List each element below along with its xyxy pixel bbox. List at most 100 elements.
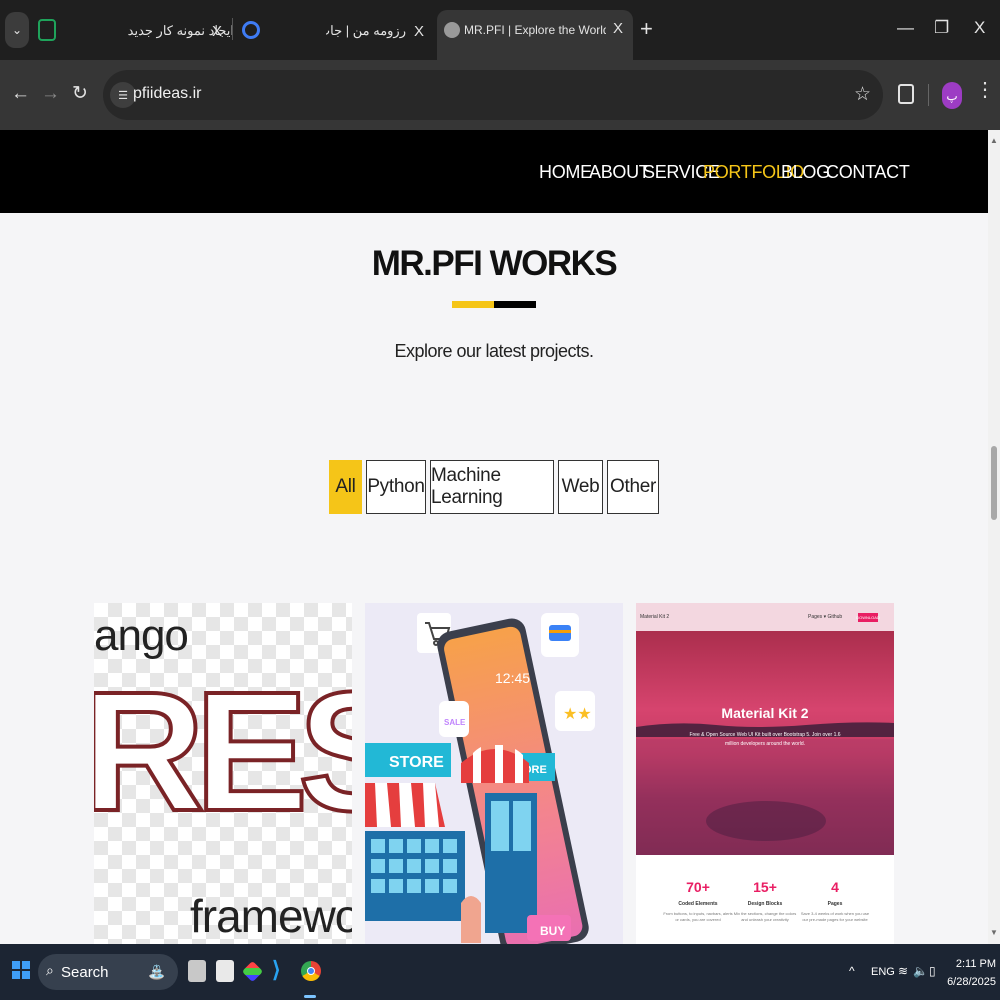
sale-tag: SALE — [444, 718, 466, 727]
extensions-icon[interactable] — [898, 84, 914, 104]
browser-toolbar: ← → ↻ ☰ pfiideas.ir ☆ پ ⋮ — [0, 60, 1000, 130]
tab-title: MR.PFI | Explore the World together — [464, 23, 606, 37]
section-subtitle: Explore our latest projects. — [394, 341, 594, 361]
title-underline-yellow — [452, 301, 494, 308]
mk-stat-desc: Mix the sections, change the colors and … — [733, 911, 797, 922]
buy-label: BUY — [540, 924, 565, 938]
mk-stat-pages: 4 Pages Save 3-4 weeks of work when you … — [800, 879, 870, 923]
chrome-icon[interactable] — [301, 961, 321, 981]
hand-illustration — [461, 896, 481, 943]
restore-button[interactable]: ❐ — [934, 18, 949, 38]
mk-hero: Material Kit 2 Free & Open Source Web UI… — [636, 631, 894, 855]
portfolio-card-material-kit[interactable]: Material Kit 2 Pages ▾ Github DOWNLOAD M… — [636, 603, 894, 944]
tray-chevron-up-icon[interactable]: ^ — [849, 964, 855, 978]
mk-stat-label: Pages — [827, 901, 843, 907]
scroll-down-arrow-icon[interactable]: ▼ — [990, 928, 998, 937]
tab-close-icon[interactable]: X — [212, 23, 222, 40]
profile-avatar[interactable]: پ — [942, 82, 962, 109]
document-icon — [38, 19, 56, 41]
mk-nav-links: Pages ▾ Github — [808, 614, 843, 620]
nav-home[interactable]: HOME — [539, 162, 592, 183]
filter-machine-learning[interactable]: Machine Learning — [430, 460, 554, 514]
phone-time: 12:45 — [495, 670, 530, 686]
page-viewport: HOME ABOUT SERVICE PORTFOLIO BLOG CONTAC… — [0, 130, 1000, 944]
file-explorer-icon[interactable] — [188, 960, 206, 982]
address-bar[interactable]: ☰ pfiideas.ir ☆ — [103, 70, 883, 120]
card-logo-text-rest: REST — [94, 657, 352, 847]
back-arrow-icon[interactable]: ← — [11, 84, 30, 104]
taskbar-search-label: Search — [61, 964, 109, 981]
forward-arrow-icon[interactable]: → — [41, 84, 60, 104]
filter-python[interactable]: Python — [366, 460, 426, 514]
vscode-icon[interactable]: ⟩ — [272, 957, 290, 982]
taskbar-clock[interactable]: 2:11 PM 6/28/2025 — [940, 955, 996, 991]
language-indicator[interactable]: ENG — [871, 966, 895, 978]
tab-close-icon[interactable]: X — [414, 23, 424, 40]
new-tab-button[interactable]: + — [640, 18, 653, 40]
mk-stat-elements: 70+ Coded Elements From buttons, to inpu… — [663, 879, 733, 923]
search-highlight-icon: ⛲ — [148, 964, 166, 980]
globe-icon — [444, 22, 460, 38]
mk-stat-desc: Save 3-4 weeks of work when you use our … — [800, 911, 870, 922]
reload-icon[interactable]: ↻ — [72, 84, 88, 104]
site-navbar: HOME ABOUT SERVICE PORTFOLIO BLOG CONTAC… — [0, 130, 988, 213]
url-text[interactable]: pfiideas.ir — [133, 85, 201, 103]
nav-about[interactable]: ABOUT — [589, 162, 650, 183]
mk-hero-subtitle: Free & Open Source Web UI Kit built over… — [689, 732, 841, 747]
mk-download-button: DOWNLOAD — [856, 613, 880, 622]
tab-separator — [232, 18, 233, 40]
portfolio-card-online-store[interactable]: 12:45 ★★ SALE STORE ORE BUY — [365, 603, 623, 944]
clock-date: 6/28/2025 — [947, 976, 996, 988]
scroll-thumb[interactable] — [991, 446, 997, 520]
store-sign: STORE — [389, 754, 444, 771]
volume-icon[interactable]: 🔈 — [913, 964, 928, 978]
filter-other[interactable]: Other — [607, 460, 659, 514]
mk-brand: Material Kit 2 — [640, 614, 670, 620]
browser-menu-icon[interactable]: ⋮ — [975, 80, 995, 100]
tab-mrpfi-active[interactable]: MR.PFI | Explore the World together X — [437, 10, 633, 60]
running-indicator — [304, 995, 316, 998]
clock-time: 2:11 PM — [955, 958, 996, 970]
portfolio-card-django-rest[interactable]: ango REST framewo — [94, 603, 352, 944]
chevron-down-icon: ⌄ — [11, 23, 23, 37]
mk-stat-label: Design Blocks — [747, 901, 783, 907]
mk-stat-value: 70+ — [686, 879, 710, 895]
mk-navbar: Material Kit 2 Pages ▾ Github DOWNLOAD — [636, 603, 894, 631]
battery-icon[interactable]: ▯ — [929, 964, 936, 978]
filter-web[interactable]: Web — [558, 460, 603, 514]
section-title: MR.PFI WORKS — [371, 244, 618, 283]
mk-stat-value: 4 — [831, 879, 839, 895]
bookmark-star-icon[interactable]: ☆ — [854, 83, 871, 106]
card-logo-text-top: ango — [94, 611, 189, 660]
mk-stat-value: 15+ — [753, 879, 777, 895]
microsoft-store-icon[interactable] — [216, 960, 234, 982]
nav-blog[interactable]: BLOG — [781, 162, 830, 183]
tab-title: رزومه من | جاب‌ویژن — [326, 23, 406, 38]
rating-stars-icon: ★★ — [563, 704, 592, 723]
card-logo-text-bottom: framewo — [190, 890, 352, 942]
mk-hero-title: Material Kit 2 — [721, 705, 809, 721]
minimize-button[interactable]: — — [897, 18, 914, 38]
git-app-icon[interactable] — [241, 960, 264, 983]
tab-resume[interactable]: رزومه من | جاب‌ویژن X — [234, 10, 434, 52]
filter-all[interactable]: All — [329, 460, 362, 514]
toolbar-separator — [928, 84, 929, 106]
windows-taskbar: ⌕ Search ⛲ ⟩ ^ ENG ≋ 🔈 ▯ 2:11 PM 6/28/20… — [0, 944, 1000, 1000]
tab-close-icon[interactable]: X — [613, 20, 623, 37]
windows-start-icon[interactable] — [12, 961, 30, 979]
title-underline-black — [494, 301, 536, 308]
tab-search-button[interactable]: ⌄ — [5, 12, 29, 48]
scroll-up-arrow-icon[interactable]: ▲ — [990, 136, 998, 145]
nav-contact[interactable]: CONTACT — [826, 162, 910, 183]
page-scrollbar[interactable]: ▲ ▼ — [988, 130, 1000, 944]
wifi-icon[interactable]: ≋ — [898, 964, 908, 978]
store-illustration: 12:45 ★★ SALE STORE ORE BUY — [365, 613, 595, 944]
search-icon: ⌕ — [46, 962, 54, 978]
jobvision-icon — [242, 21, 260, 39]
taskbar-search[interactable]: ⌕ Search ⛲ — [38, 954, 178, 990]
tab-strip: ⌄ ایجاد نمونه کار جدید X رزومه من | جاب‌… — [0, 0, 1000, 60]
mk-stat-desc: From buttons, to inputs, navbars, alerts… — [663, 911, 733, 922]
tab-portfolio-create[interactable]: ایجاد نمونه کار جدید X — [30, 10, 234, 52]
window-close-button[interactable]: X — [974, 18, 985, 38]
mk-stat-blocks: 15+ Design Blocks Mix the sections, chan… — [730, 879, 800, 923]
